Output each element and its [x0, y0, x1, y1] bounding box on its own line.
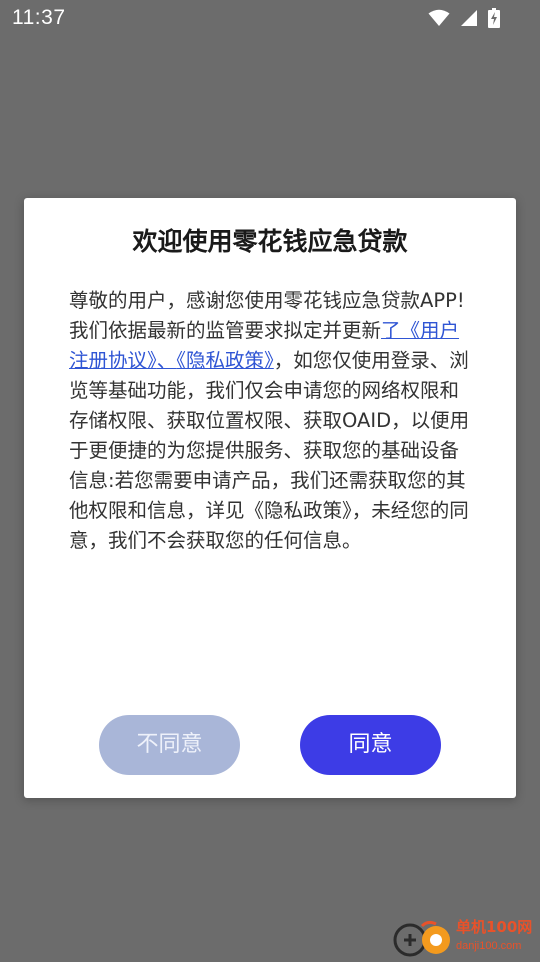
wifi-icon	[428, 9, 450, 27]
privacy-policy-link[interactable]: 《隐私政策》	[176, 349, 274, 372]
greeting-text: 尊敬的用户，感谢您使用零花钱应急贷款APP!	[69, 289, 465, 312]
link-separator: 、	[156, 349, 177, 372]
watermark-url: danji100.com	[456, 940, 522, 952]
consent-dialog: 欢迎使用零花钱应急贷款 尊敬的用户，感谢您使用零花钱应急贷款APP! 我们依据最…	[24, 198, 516, 798]
disagree-button[interactable]: 不同意	[99, 715, 240, 775]
status-icons	[428, 7, 500, 29]
dialog-body: 尊敬的用户，感谢您使用零花钱应急贷款APP! 我们依据最新的监管要求拟定并更新了…	[69, 286, 471, 556]
cellular-signal-icon	[460, 9, 478, 27]
dialog-title: 欢迎使用零花钱应急贷款	[132, 227, 408, 256]
policy-text-details: ，如您仅使用登录、浏览等基础功能，我们仅会申请您的网络权限和存储权限、获取位置权…	[69, 349, 470, 552]
agree-button[interactable]: 同意	[300, 715, 441, 775]
battery-charging-icon	[488, 8, 500, 28]
policy-paragraph: 我们依据最新的监管要求拟定并更新了《用户注册协议》、《隐私政策》，如您仅使用登录…	[69, 316, 471, 556]
watermark-name: 单机100网	[456, 918, 533, 936]
status-bar: 11:37	[0, 0, 540, 36]
watermark: 单机100网 danji100.com	[390, 912, 540, 960]
policy-text-intro: 我们依据最新的监管要求拟定并更新	[69, 319, 382, 342]
gamepad-logo-icon	[392, 918, 454, 962]
status-time: 11:37	[12, 6, 66, 29]
